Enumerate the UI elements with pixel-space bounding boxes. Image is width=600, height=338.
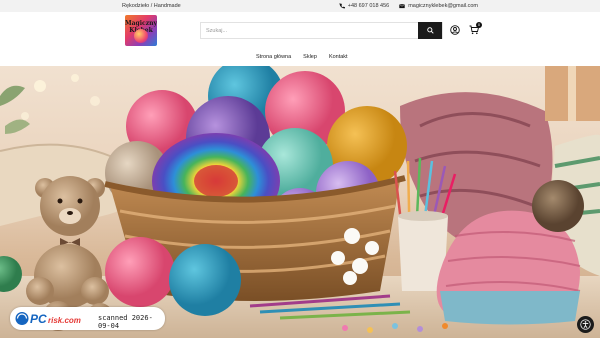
envelope-icon <box>399 4 406 9</box>
email-link[interactable]: magicznyklebek@gmail.com <box>399 3 478 9</box>
svg-text:risk.com: risk.com <box>48 316 81 325</box>
pcrisk-logo: PC risk.com <box>15 312 81 326</box>
email-address: magicznyklebek@gmail.com <box>408 3 478 9</box>
nav-item-home[interactable]: Strona główna <box>256 54 291 60</box>
scan-date-text: scanned 2026-09-04 <box>98 314 153 330</box>
account-icon[interactable] <box>450 25 460 35</box>
search-input[interactable] <box>201 23 420 38</box>
svg-text:PC: PC <box>30 312 47 326</box>
phone-number: +48 697 018 456 <box>347 3 390 9</box>
hero-banner <box>0 66 600 338</box>
top-bar: Rękodzieło / Handmade +48 697 018 456 ma… <box>0 0 600 12</box>
nav-item-shop[interactable]: Sklep <box>303 54 317 60</box>
tagline: Rękodzieło / Handmade <box>122 3 181 9</box>
pcrisk-watermark: PC risk.com scanned 2026-09-04 <box>10 307 165 330</box>
cart-count-badge: 0 <box>476 22 482 28</box>
search-bar <box>200 22 443 39</box>
search-button[interactable] <box>418 22 442 39</box>
logo-yarn-ball <box>134 29 148 43</box>
nav-item-contact[interactable]: Kontakt <box>329 54 348 60</box>
search-icon <box>426 27 434 34</box>
accessibility-icon <box>580 319 591 330</box>
accessibility-button[interactable] <box>577 316 594 333</box>
contact-info: +48 697 018 456 magicznyklebek@gmail.com <box>339 3 478 9</box>
hero-yarn-image <box>0 66 600 338</box>
phone-icon <box>339 3 345 9</box>
main-nav: Strona główna Sklep Kontakt <box>256 54 348 60</box>
site-logo[interactable]: Magiczny Kłębek <box>125 15 157 46</box>
phone-link[interactable]: +48 697 018 456 <box>339 3 389 9</box>
